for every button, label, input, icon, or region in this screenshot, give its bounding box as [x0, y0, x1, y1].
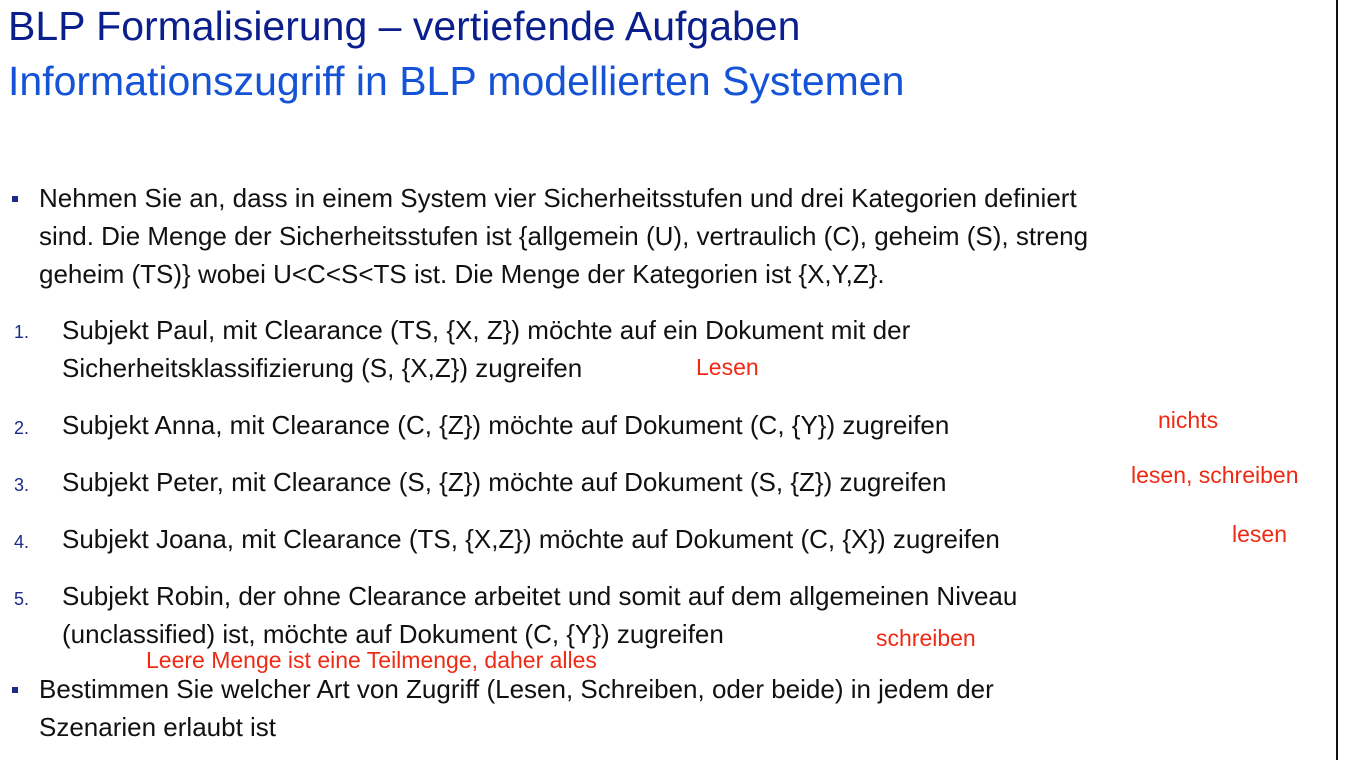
item-line: Subjekt Robin, der ohne Clearance arbeit…	[62, 581, 1018, 611]
item-number: 4.	[14, 532, 30, 552]
item-line: Sicherheitsklassifizierung (S, {X,Z}) zu…	[62, 353, 583, 383]
task-line: Bestimmen Sie welcher Art von Zugriff (L…	[39, 674, 994, 704]
item-number: 1.	[14, 322, 30, 342]
answer-note: lesen	[1232, 521, 1287, 547]
item-number: 2.	[14, 418, 30, 438]
answer-note: lesen, schreiben	[1131, 462, 1299, 488]
item-line: Subjekt Joana, mit Clearance (TS, {X,Z})…	[62, 524, 1000, 554]
slide-right-border	[1336, 0, 1338, 760]
bullet-marker	[12, 687, 18, 693]
intro-line: sind. Die Menge der Sicherheitsstufen is…	[39, 221, 1089, 251]
task-line: Szenarien erlaubt ist	[39, 712, 277, 742]
slide-subtitle: Informationszugriff in BLP modellierten …	[8, 58, 905, 104]
item-text: Subjekt Paul, mit Clearance (TS, {X, Z})…	[62, 311, 910, 387]
answer-note: schreiben	[876, 625, 976, 651]
item-line: Subjekt Peter, mit Clearance (S, {Z}) mö…	[62, 467, 947, 497]
item-text: Subjekt Anna, mit Clearance (C, {Z}) möc…	[62, 406, 949, 444]
bullet-marker	[12, 196, 18, 202]
intro-line: geheim (TS)} wobei U<C<S<TS ist. Die Men…	[39, 259, 885, 289]
item-line: Subjekt Anna, mit Clearance (C, {Z}) möc…	[62, 410, 950, 440]
item-number: 3.	[14, 475, 30, 495]
slide-title: BLP Formalisierung – vertiefende Aufgabe…	[8, 3, 801, 49]
answer-note: Lesen	[696, 354, 759, 380]
item-text: Subjekt Peter, mit Clearance (S, {Z}) mö…	[62, 463, 946, 501]
item-text: Subjekt Joana, mit Clearance (TS, {X,Z})…	[62, 520, 1000, 558]
task-paragraph: Bestimmen Sie welcher Art von Zugriff (L…	[39, 670, 994, 746]
intro-line: Nehmen Sie an, dass in einem System vier…	[39, 183, 1077, 213]
intro-paragraph: Nehmen Sie an, dass in einem System vier…	[39, 179, 1088, 293]
answer-note: nichts	[1158, 407, 1219, 433]
item-line: Subjekt Paul, mit Clearance (TS, {X, Z})…	[62, 315, 911, 345]
item-text: Subjekt Robin, der ohne Clearance arbeit…	[62, 577, 1017, 653]
item-number: 5.	[14, 589, 30, 609]
